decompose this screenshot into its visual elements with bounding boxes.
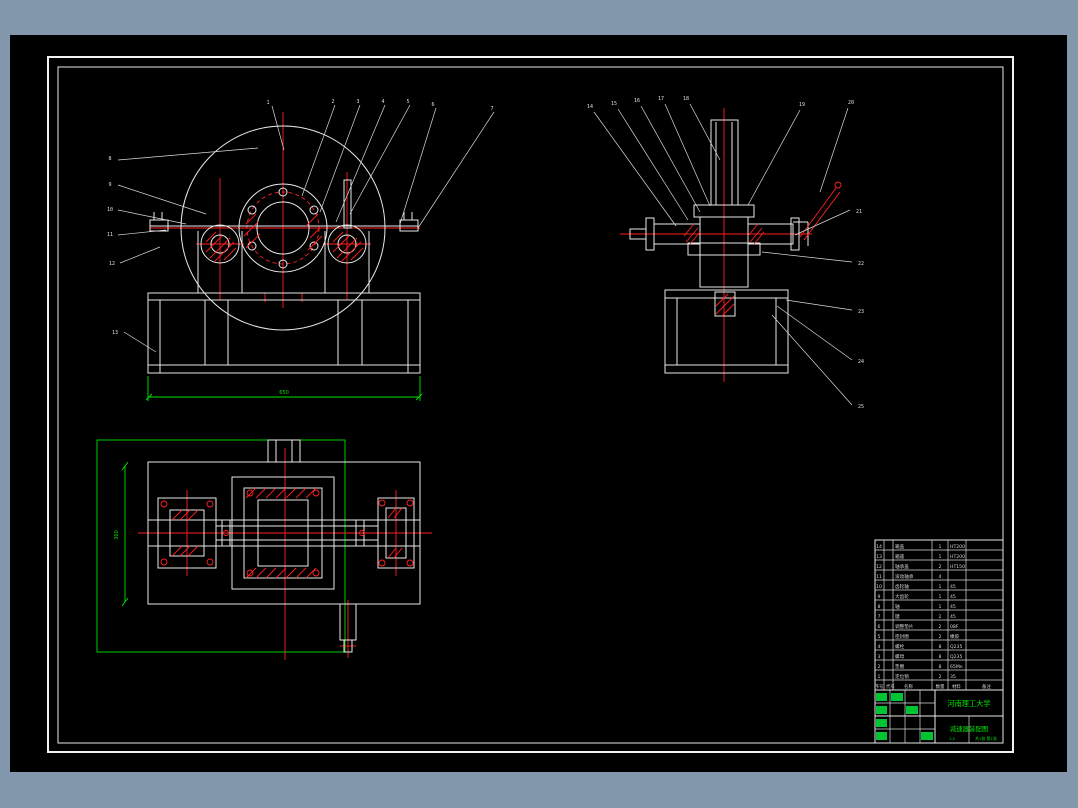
part-qty: 1 xyxy=(939,604,942,610)
part-qty: 2 xyxy=(939,674,942,680)
part-name: 轴 xyxy=(895,603,900,610)
leader-label: 18 xyxy=(683,96,689,102)
part-name: 滚动轴承 xyxy=(895,573,914,580)
part-material: Q235 xyxy=(950,644,962,650)
part-name: 垫圈 xyxy=(895,663,905,670)
part-qty: 8 xyxy=(939,644,942,650)
part-no: 3 xyxy=(878,654,881,660)
part-material: HT200 xyxy=(950,554,965,560)
leader-label: 14 xyxy=(587,104,593,110)
part-no: 9 xyxy=(878,594,881,600)
leader-label: 5 xyxy=(406,99,409,105)
part-name: 键 xyxy=(895,613,900,620)
viewer-background: 1 2 3 4 5 6 7 8 9 10 11 12 13 650 14 15 … xyxy=(0,0,1078,808)
leader-label: 19 xyxy=(799,102,805,108)
part-no: 8 xyxy=(878,604,881,610)
part-name: 螺栓 xyxy=(895,643,905,650)
part-material: 45 xyxy=(950,584,956,590)
part-no: 13 xyxy=(876,554,882,560)
sheet-count: 共1张 第1张 xyxy=(975,736,997,741)
part-no: 12 xyxy=(876,564,882,570)
part-material: 65Mn xyxy=(950,664,963,670)
leader-label: 15 xyxy=(611,101,617,107)
parts-header-qty: 数量 xyxy=(936,683,945,690)
part-qty: 4 xyxy=(939,574,942,580)
leader-label: 3 xyxy=(356,99,359,105)
part-name: 密封圈 xyxy=(895,633,909,640)
leader-label: 10 xyxy=(107,207,113,213)
part-no: 6 xyxy=(878,624,881,630)
leader-label: 21 xyxy=(856,209,862,215)
part-qty: 2 xyxy=(939,634,942,640)
part-material: Q235 xyxy=(950,654,962,660)
leader-label: 7 xyxy=(490,106,493,112)
parts-header-notes: 备注 xyxy=(982,683,991,690)
part-material: HT200 xyxy=(950,544,965,550)
leader-label: 17 xyxy=(658,96,664,102)
leader-label: 12 xyxy=(109,261,115,267)
leader-label: 16 xyxy=(634,98,640,104)
drawing-area xyxy=(10,35,1067,772)
part-name: 齿轮轴 xyxy=(895,583,909,590)
parts-header-material: 材料 xyxy=(952,683,961,690)
university-name: 河南理工大学 xyxy=(947,699,990,708)
part-no: 2 xyxy=(878,664,881,670)
parts-header-name: 名称 xyxy=(904,683,913,690)
part-no: 4 xyxy=(878,644,881,650)
part-no: 14 xyxy=(876,544,882,550)
cad-canvas[interactable]: 1 2 3 4 5 6 7 8 9 10 11 12 13 650 14 15 … xyxy=(0,0,1078,808)
parts-header-no: 序号 xyxy=(875,683,884,690)
part-name: 轴承盖 xyxy=(895,563,909,570)
leader-label: 1 xyxy=(266,100,269,106)
part-name: 调整垫片 xyxy=(895,623,914,630)
part-name: 定位销 xyxy=(895,673,909,680)
parts-header-code: 代号 xyxy=(886,683,895,690)
leader-label: 2 xyxy=(331,99,334,105)
part-qty: 1 xyxy=(939,594,942,600)
part-qty: 1 xyxy=(939,584,942,590)
part-qty: 8 xyxy=(939,664,942,670)
part-qty: 1 xyxy=(939,554,942,560)
part-material: HT150 xyxy=(950,564,965,570)
leader-label: 13 xyxy=(112,330,118,336)
part-qty: 1 xyxy=(939,544,942,550)
dimension-text: 360 xyxy=(114,530,120,540)
part-no: 10 xyxy=(876,584,882,590)
part-material: 45 xyxy=(950,594,956,600)
part-name: 箱座 xyxy=(895,553,905,560)
scale-value: 1:2 xyxy=(949,736,956,741)
part-material: 35 xyxy=(950,674,956,680)
part-no: 11 xyxy=(876,574,882,580)
leader-label: 4 xyxy=(381,99,384,105)
leader-label: 6 xyxy=(431,102,434,108)
part-qty: 2 xyxy=(939,624,942,630)
part-no: 7 xyxy=(878,614,881,620)
leader-label: 24 xyxy=(858,359,864,365)
dimension-text: 650 xyxy=(279,390,289,396)
part-material: 45 xyxy=(950,604,956,610)
drawing-title: 减速器装配图 xyxy=(950,724,988,733)
part-no: 1 xyxy=(878,674,881,680)
part-qty: 2 xyxy=(939,564,942,570)
leader-label: 23 xyxy=(858,309,864,315)
leader-label: 22 xyxy=(858,261,864,267)
part-qty: 8 xyxy=(939,654,942,660)
leader-label: 25 xyxy=(858,404,864,410)
leader-label: 8 xyxy=(108,156,111,162)
part-name: 箱盖 xyxy=(895,543,905,550)
part-material: 橡胶 xyxy=(950,633,960,640)
part-material: 45 xyxy=(950,614,956,620)
part-name: 大齿轮 xyxy=(895,593,909,600)
part-material: 08F xyxy=(950,624,959,630)
leader-label: 9 xyxy=(108,182,111,188)
leader-label: 11 xyxy=(107,232,113,238)
part-qty: 2 xyxy=(939,614,942,620)
part-name: 螺母 xyxy=(895,653,905,660)
leader-label: 20 xyxy=(848,100,854,106)
part-no: 5 xyxy=(878,634,881,640)
